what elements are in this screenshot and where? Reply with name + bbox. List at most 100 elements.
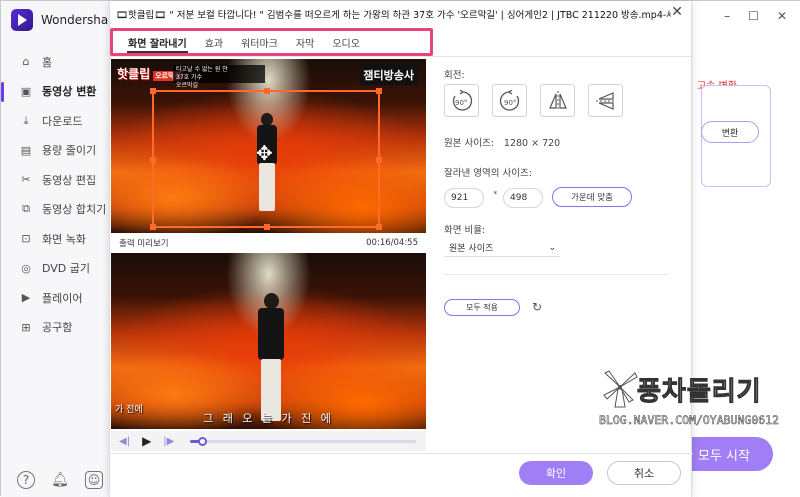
crop-width-input[interactable]: 921 — [444, 188, 484, 208]
feedback-icon[interactable]: ☺ — [85, 471, 103, 489]
home-icon: ⌂ — [22, 55, 30, 69]
video-caption-box: 타고날 수 없는 원 안 37호 가수 오르막길 — [173, 65, 265, 89]
crop-handle[interactable] — [376, 157, 382, 163]
screen-record-icon: ⊡ — [21, 232, 31, 246]
sidebar-item-label: 용량 줄이기 — [42, 144, 97, 158]
merge-icon: ⧉ — [22, 202, 30, 216]
crop-handle[interactable] — [376, 224, 382, 230]
crop-handle[interactable] — [150, 224, 156, 230]
dialog-close-icon[interactable]: ✕ — [671, 4, 683, 20]
crop-handle[interactable] — [150, 88, 156, 94]
center-align-button[interactable]: 가운데 맞춤 — [552, 187, 632, 207]
tab-crop[interactable]: 화면 잘라내기 — [119, 31, 196, 53]
scissors-icon: ✂ — [21, 173, 31, 187]
flip-horizontal-icon — [548, 90, 567, 111]
source-video: 핫클립 오르막길 타고날 수 없는 원 안 37호 가수 오르막길 잼티방송사 ✥ — [111, 59, 426, 233]
output-preview-label: 출력 미리보기 — [119, 239, 169, 249]
playback-controls: ◀| ▶ |▶ — [111, 431, 426, 451]
crop-handle[interactable] — [264, 224, 270, 230]
times-separator: * — [493, 190, 498, 200]
sidebar: Wondershare U ⌂ 홈 ▣ 동영상 변환 ⤓ 다운로드 ▤ 용량 줄… — [1, 1, 117, 497]
rotation-buttons: 90° 90° — [444, 84, 623, 117]
sidebar-item-home[interactable]: ⌂ 홈 — [1, 47, 113, 77]
crop-handle[interactable] — [264, 88, 270, 94]
sidebar-bottom-icons: ? 🔔︎ ☺ — [17, 471, 103, 489]
dialog-title: 🎞핫클립🎞 " 저분 보컬 타깝니다! " 김범수를 떠오르게 하는 가왕의 하… — [116, 10, 671, 21]
convert-button[interactable]: 변환 — [701, 121, 759, 143]
toolbox-icon: ⊞ — [21, 320, 31, 334]
watermark-url: BLOG.NAVER.COM/OYABUNG0612 — [599, 413, 780, 428]
bell-icon[interactable]: 🔔︎ — [51, 471, 69, 489]
flip-horizontal-button[interactable] — [540, 84, 575, 117]
convert-icon: ▣ — [20, 84, 32, 98]
sidebar-nav: ⌂ 홈 ▣ 동영상 변환 ⤓ 다운로드 ▤ 용량 줄이기 ✂ 동영상 편집 ⧉ … — [1, 47, 113, 342]
blog-watermark: 풍차돌리기 BLOG.NAVER.COM/OYABUNG0612 — [593, 361, 798, 441]
crop-handle[interactable] — [150, 157, 156, 163]
sidebar-item-compress[interactable]: ▤ 용량 줄이기 — [1, 136, 113, 166]
tab-subtitle[interactable]: 자막 — [287, 31, 323, 53]
cancel-button[interactable]: 취소 — [607, 461, 681, 485]
next-frame-icon[interactable]: |▶ — [163, 436, 174, 447]
rotate-right-90-button[interactable]: 90° — [492, 84, 527, 117]
sidebar-item-edit[interactable]: ✂ 동영상 편집 — [1, 165, 113, 195]
move-cursor-icon: ✥ — [256, 141, 273, 165]
sidebar-item-label: 동영상 변환 — [42, 85, 97, 99]
panel-divider — [444, 274, 668, 275]
sidebar-item-download[interactable]: ⤓ 다운로드 — [1, 106, 113, 136]
rotate-left-90-button[interactable]: 90° — [444, 84, 479, 117]
sidebar-item-label: 다운로드 — [42, 114, 83, 128]
sidebar-item-toolbox[interactable]: ⊞ 공구함 — [1, 313, 113, 343]
sidebar-item-convert[interactable]: ▣ 동영상 변환 — [1, 77, 113, 107]
previous-frame-icon[interactable]: ◀| — [119, 436, 130, 447]
rotation-label: 회전: — [444, 70, 465, 81]
rotate-right-90-icon: 90° — [499, 89, 519, 111]
time-display: 00:16/04:55 — [366, 238, 418, 248]
close-window-icon[interactable]: ✕ — [777, 9, 787, 23]
minimize-icon[interactable]: – — [724, 9, 730, 23]
progress-bar[interactable] — [190, 436, 417, 446]
tab-audio[interactable]: 오디오 — [323, 31, 369, 53]
rotate-left-90-icon: 90° — [452, 89, 472, 111]
app-window: Wondershare U ⌂ 홈 ▣ 동영상 변환 ⤓ 다운로드 ▤ 용량 줄… — [0, 0, 800, 497]
help-icon[interactable]: ? — [17, 471, 35, 489]
crop-handle[interactable] — [376, 88, 382, 94]
watermark-title: 풍차돌리기 — [637, 377, 762, 408]
sidebar-item-screen-record[interactable]: ⊡ 화면 녹화 — [1, 224, 113, 254]
apply-all-button[interactable]: 모두 적용 — [444, 299, 520, 316]
app-name: Wondershare U — [41, 13, 117, 27]
sidebar-item-label: 홈 — [42, 55, 53, 69]
preview-bar: 출력 미리보기 00:16/04:55 — [111, 233, 426, 253]
sidebar-item-label: 공구함 — [42, 321, 73, 335]
windmill-icon — [603, 370, 638, 408]
sidebar-item-dvd[interactable]: ◎ DVD 굽기 — [1, 254, 113, 284]
reset-icon[interactable]: ↻ — [532, 300, 542, 314]
app-logo-icon — [11, 9, 33, 31]
sidebar-item-label: DVD 굽기 — [42, 262, 91, 276]
sidebar-item-player[interactable]: ▶ 플레이어 — [1, 283, 113, 313]
dvd-icon: ◎ — [21, 261, 31, 275]
sidebar-item-label: 동영상 편집 — [42, 173, 97, 187]
compress-icon: ▤ — [20, 143, 32, 157]
window-controls: – ☐ ✕ — [724, 9, 787, 23]
svg-text:90°: 90° — [504, 99, 516, 107]
flip-vertical-button[interactable] — [588, 84, 623, 117]
tab-watermark[interactable]: 워터마크 — [232, 31, 287, 53]
original-size: 원본 사이즈: 1280 × 720 — [444, 138, 561, 149]
sidebar-item-merge[interactable]: ⧉ 동영상 합치기 — [1, 195, 113, 225]
aspect-ratio-label: 화면 비율: — [444, 225, 486, 236]
maximize-icon[interactable]: ☐ — [748, 9, 759, 23]
sidebar-item-label: 화면 녹화 — [42, 232, 86, 246]
player-icon: ▶ — [21, 291, 31, 305]
tab-effects[interactable]: 효과 — [196, 31, 232, 53]
flip-vertical-icon — [595, 91, 616, 110]
aspect-ratio-select[interactable]: 원본 사이즈 ⌄ — [444, 239, 560, 257]
chevron-down-icon: ⌄ — [548, 242, 556, 253]
brand: Wondershare U — [11, 9, 117, 31]
crop-height-input[interactable]: 498 — [503, 188, 543, 208]
dialog-tabs: 화면 잘라내기 효과 워터마크 자막 오디오 — [110, 28, 433, 56]
footer-divider — [110, 453, 693, 454]
ok-button[interactable]: 확인 — [519, 461, 593, 485]
play-icon[interactable]: ▶ — [142, 434, 151, 448]
broadcast-logo: 잼티방송사 — [359, 65, 418, 85]
progress-knob[interactable] — [197, 436, 207, 446]
